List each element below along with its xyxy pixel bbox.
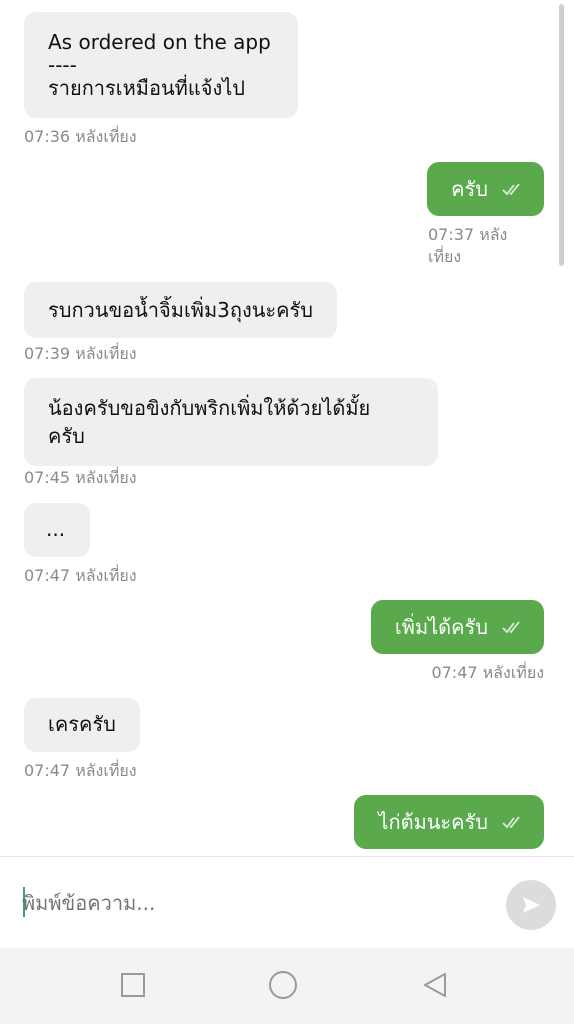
double-check-icon xyxy=(502,816,520,829)
double-check-icon xyxy=(502,621,520,634)
timestamp-line: 07:37 หลัง xyxy=(428,225,508,244)
message-line: ครับ xyxy=(48,424,85,448)
message-line: ---- xyxy=(48,53,77,77)
message-text: ไก่ต้มนะครับ xyxy=(378,810,488,834)
home-button[interactable] xyxy=(268,970,298,1000)
send-button[interactable] xyxy=(506,880,556,930)
incoming-message[interactable]: น้องครับขอขิงกับพริกเพิ่มให้ด้วยได้มั้ย … xyxy=(24,378,438,466)
message-timestamp: 07:47 หลังเที่ยง xyxy=(24,566,137,585)
message-composer xyxy=(0,856,574,948)
chat-area[interactable]: As ordered on the app ---- รายการเหมือนท… xyxy=(0,0,574,856)
message-timestamp: 07:37 หลัง เที่ยง xyxy=(428,224,507,268)
system-navigation-bar xyxy=(0,948,574,1024)
incoming-message[interactable]: รบกวนขอน้ำจิ้มเพิ่ม3ถุงนะครับ xyxy=(24,282,337,338)
message-timestamp: 07:39 หลังเที่ยง xyxy=(24,344,137,363)
send-icon xyxy=(523,897,540,913)
timestamp-line: เที่ยง xyxy=(428,247,462,266)
triangle-back-icon xyxy=(424,973,446,997)
message-input[interactable] xyxy=(22,883,482,923)
message-text: เพิ่มได้ครับ xyxy=(394,615,488,639)
scrollbar[interactable] xyxy=(559,4,564,266)
outgoing-message[interactable]: ครับ xyxy=(427,162,544,216)
circle-icon xyxy=(269,971,297,999)
outgoing-message[interactable]: เพิ่มได้ครับ xyxy=(370,600,544,654)
incoming-message[interactable]: ... xyxy=(24,503,90,557)
message-line: น้องครับขอขิงกับพริกเพิ่มให้ด้วยได้มั้ย xyxy=(48,396,371,420)
message-text: รบกวนขอน้ำจิ้มเพิ่ม3ถุงนะครับ xyxy=(48,298,313,322)
message-line: As ordered on the app xyxy=(48,30,271,54)
message-line: รายการเหมือนที่แจ้งไป xyxy=(48,76,245,100)
square-icon xyxy=(121,973,145,997)
recents-button[interactable] xyxy=(118,970,148,1000)
message-timestamp: 07:45 หลังเที่ยง xyxy=(24,468,137,487)
incoming-message[interactable]: เครครับ xyxy=(24,698,140,752)
message-text: ... xyxy=(46,517,66,541)
message-text: เครครับ xyxy=(48,712,116,736)
message-text: ครับ xyxy=(451,177,488,201)
back-button[interactable] xyxy=(420,970,450,1000)
message-timestamp: 07:36 หลังเที่ยง xyxy=(24,127,137,146)
outgoing-message[interactable]: ไก่ต้มนะครับ xyxy=(354,795,544,849)
incoming-message[interactable]: As ordered on the app ---- รายการเหมือนท… xyxy=(24,12,298,118)
message-timestamp: 07:47 หลังเที่ยง xyxy=(24,761,137,780)
message-timestamp: 07:47 หลังเที่ยง xyxy=(431,663,544,682)
double-check-icon xyxy=(502,183,520,196)
